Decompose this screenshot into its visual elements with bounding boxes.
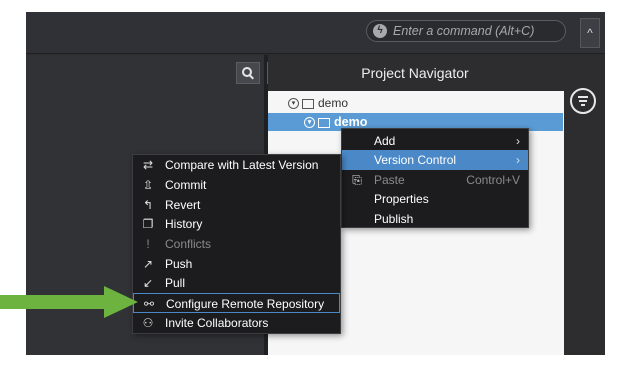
annotation-arrow <box>0 286 138 318</box>
tree-item-label: demo <box>334 115 368 129</box>
conflicts-icon: ! <box>146 237 150 251</box>
collapse-button[interactable]: ^ <box>580 18 600 48</box>
chevron-right-icon: › <box>516 134 520 148</box>
chevron-right-icon: › <box>516 153 520 167</box>
command-input[interactable]: ϟ Enter a command (Alt+C) <box>366 20 566 42</box>
tree-item-solution[interactable]: ▾ demo <box>288 94 348 112</box>
history-icon: ❐ <box>142 217 154 231</box>
menu-item-paste[interactable]: ⎘ Paste Control+V <box>342 170 528 190</box>
paste-icon: ⎘ <box>352 173 362 187</box>
menu-item-add[interactable]: Add › <box>342 131 528 151</box>
collapse-icon: ▾ <box>288 98 299 110</box>
menu-item-pull[interactable]: ↙ Pull <box>133 273 340 293</box>
collapse-icon: ▾ <box>304 117 315 129</box>
pull-icon: ↙ <box>142 276 154 290</box>
menu-item-push[interactable]: ↗ Push <box>133 254 340 274</box>
menu-item-commit[interactable]: ⇫ Commit <box>133 175 340 195</box>
collaborators-icon: ⚇ <box>142 316 154 330</box>
context-menu: Add › Version Control › ⎘ Paste Control+… <box>341 128 529 228</box>
commit-icon: ⇫ <box>142 178 154 192</box>
push-icon: ↗ <box>142 257 154 271</box>
menu-item-configure-remote[interactable]: ⚯ Configure Remote Repository <box>133 293 340 313</box>
remote-repo-icon: ⚯ <box>143 297 155 311</box>
search-button[interactable] <box>236 62 260 84</box>
navigator-title: Project Navigator <box>361 65 469 81</box>
top-bar: ϟ Enter a command (Alt+C) ^ <box>26 12 605 54</box>
version-control-submenu: ⇄ Compare with Latest Version ⇫ Commit ↰… <box>132 154 341 334</box>
chevron-up-icon: ^ <box>587 26 593 40</box>
search-icon <box>242 67 252 77</box>
menu-item-history[interactable]: ❐ History <box>133 214 340 234</box>
project-icon <box>318 117 330 128</box>
solution-icon <box>302 98 314 109</box>
menu-item-compare[interactable]: ⇄ Compare with Latest Version <box>133 155 340 175</box>
tree-item-label: demo <box>318 96 349 110</box>
shortcut-label: Control+V <box>466 173 520 187</box>
filter-button[interactable] <box>570 88 596 114</box>
menu-item-publish[interactable]: Publish <box>342 209 528 229</box>
command-placeholder: Enter a command (Alt+C) <box>393 24 535 38</box>
filter-icon <box>578 96 588 98</box>
menu-item-version-control[interactable]: Version Control › <box>342 150 528 170</box>
flash-icon: ϟ <box>373 24 387 38</box>
menu-item-invite-collaborators[interactable]: ⚇ Invite Collaborators <box>133 313 340 333</box>
compare-icon: ⇄ <box>142 158 154 172</box>
menu-item-revert[interactable]: ↰ Revert <box>133 195 340 215</box>
menu-item-conflicts[interactable]: ! Conflicts <box>133 234 340 254</box>
menu-item-properties[interactable]: Properties <box>342 189 528 209</box>
revert-icon: ↰ <box>142 198 154 212</box>
